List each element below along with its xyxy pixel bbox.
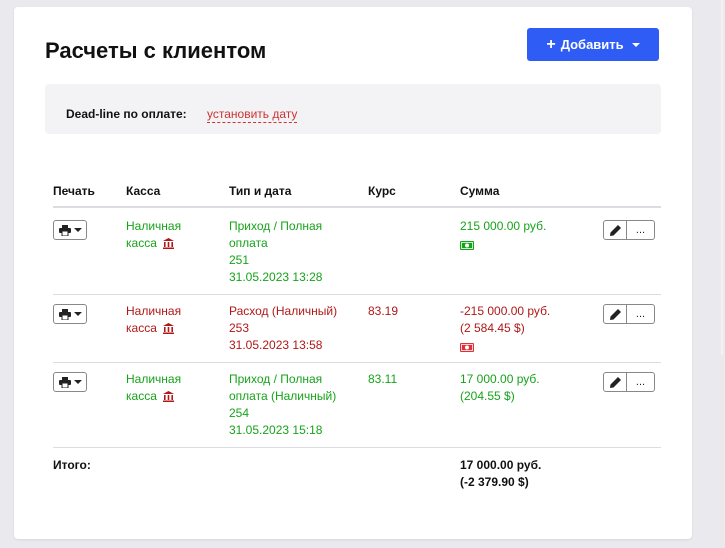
bank-icon	[162, 237, 174, 254]
print-dropdown-button[interactable]	[53, 304, 87, 324]
edit-button[interactable]	[603, 220, 627, 240]
type-date-cell: Приход / Полная оплата (Наличный) 254 31…	[229, 371, 336, 439]
deadline-panel: Dead-line по оплате: установить дату	[45, 84, 661, 134]
type-date-cell: Расход (Наличный) 253 31.05.2023 13:58	[229, 303, 337, 354]
edit-button[interactable]	[603, 304, 627, 324]
type-line4: 31.05.2023 13:28	[229, 270, 323, 284]
pencil-icon	[609, 308, 621, 320]
sum-line1: 215 000.00 руб.	[460, 219, 547, 233]
more-actions-button[interactable]: ...	[627, 220, 655, 240]
kassa-name-line1: Наличная	[126, 219, 182, 233]
header-print: Печать	[53, 184, 95, 198]
table-header: Печать Касса Тип и дата Курс Сумма	[53, 184, 661, 208]
more-actions-button[interactable]: ...	[627, 304, 655, 324]
payments-card: Расчеты с клиентом + Добавить Dead-line …	[14, 7, 692, 539]
printer-icon	[58, 308, 71, 320]
type-line2: оплата	[229, 236, 268, 250]
sum-line1: -215 000.00 руб.	[460, 304, 551, 318]
total-sum-rub: 17 000.00 руб.	[460, 458, 542, 472]
kassa-name-line2: касса	[126, 321, 157, 335]
rate-cell: 83.19	[368, 304, 399, 318]
header-rate: Курс	[368, 184, 396, 198]
kassa-cell: Наличная касса	[126, 371, 181, 407]
type-line3: 31.05.2023 13:58	[229, 338, 323, 352]
caret-down-icon	[631, 42, 640, 47]
kassa-name-line1: Наличная	[126, 372, 182, 386]
caret-down-icon	[73, 312, 82, 316]
bank-icon	[162, 390, 174, 407]
pencil-icon	[609, 376, 621, 388]
banknote-icon	[460, 340, 550, 357]
caret-down-icon	[73, 380, 82, 384]
type-line4: 31.05.2023 15:18	[229, 423, 323, 437]
header-type: Тип и дата	[229, 184, 292, 198]
set-date-link[interactable]: установить дату	[207, 107, 298, 123]
header-sum: Сумма	[460, 184, 500, 198]
type-line1: Приход / Полная	[229, 219, 323, 233]
edit-button[interactable]	[603, 372, 627, 392]
type-line2: оплата (Наличный)	[229, 389, 337, 403]
kassa-cell: Наличная касса	[126, 303, 181, 339]
printer-icon	[58, 376, 71, 388]
table-row: Наличная касса Приход / Полная оплата 25…	[53, 210, 661, 295]
sum-cell: -215 000.00 руб. (2 584.45 $)	[460, 303, 550, 357]
ellipsis-icon: ...	[635, 224, 646, 236]
header-kassa: Касса	[126, 184, 161, 198]
type-line1: Приход / Полная	[229, 372, 323, 386]
pencil-icon	[609, 224, 621, 236]
type-line3: 251	[229, 253, 250, 267]
total-sum: 17 000.00 руб. (-2 379.90 $)	[460, 457, 541, 491]
sum-line2: (2 584.45 $)	[460, 321, 525, 335]
table-row: Наличная касса Приход / Полная оплата (Н…	[53, 363, 661, 448]
table-row: Наличная касса Расход (Наличный) 253 31.…	[53, 295, 661, 363]
plus-icon: +	[546, 35, 556, 53]
print-dropdown-button[interactable]	[53, 372, 87, 392]
ellipsis-icon: ...	[635, 376, 646, 388]
sum-line1: 17 000.00 руб.	[460, 372, 540, 386]
print-dropdown-button[interactable]	[53, 220, 87, 240]
total-sum-usd: (-2 379.90 $)	[460, 475, 529, 489]
banknote-icon	[460, 238, 546, 255]
bank-icon	[162, 322, 174, 339]
sum-cell: 215 000.00 руб.	[460, 218, 546, 255]
add-button-label: Добавить	[560, 37, 624, 52]
type-date-cell: Приход / Полная оплата 251 31.05.2023 13…	[229, 218, 322, 286]
type-line1: Расход (Наличный)	[229, 304, 338, 318]
add-button[interactable]: + Добавить	[527, 28, 659, 61]
rate-cell: 83.11	[368, 372, 398, 386]
type-line2: 253	[229, 321, 250, 335]
sum-line2: (204.55 $)	[460, 389, 515, 403]
deadline-label: Dead-line по оплате:	[66, 107, 187, 121]
total-label: Итого:	[53, 458, 91, 472]
kassa-cell: Наличная касса	[126, 218, 181, 254]
printer-icon	[58, 224, 71, 236]
kassa-name-line2: касса	[126, 236, 157, 250]
page-title: Расчеты с клиентом	[45, 38, 267, 63]
kassa-name-line1: Наличная	[126, 304, 182, 318]
more-actions-button[interactable]: ...	[627, 372, 655, 392]
ellipsis-icon: ...	[635, 308, 646, 320]
caret-down-icon	[73, 228, 82, 232]
background-edge	[721, 0, 723, 355]
sum-cell: 17 000.00 руб. (204.55 $)	[460, 371, 540, 405]
kassa-name-line2: касса	[126, 389, 157, 403]
type-line3: 254	[229, 406, 250, 420]
